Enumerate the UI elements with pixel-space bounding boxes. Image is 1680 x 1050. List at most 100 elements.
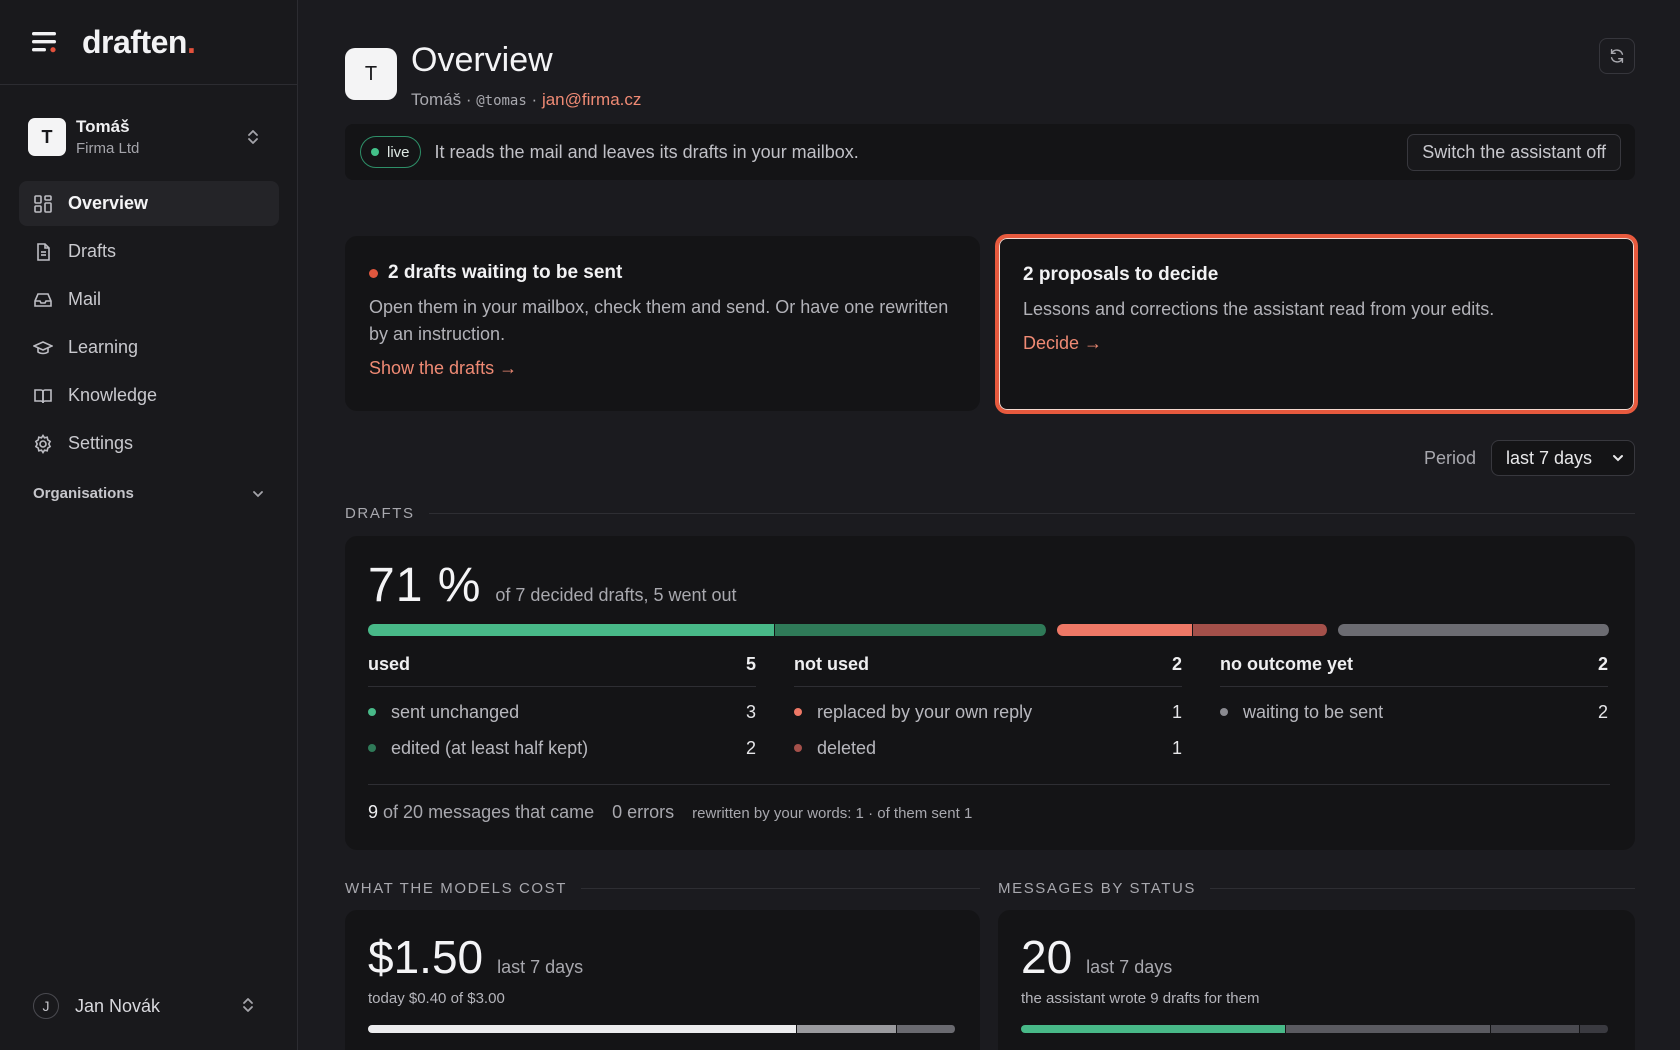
row-label: edited (at least half kept) (391, 737, 589, 758)
account-name: Tomáš (411, 90, 462, 109)
row-value: 1 (1171, 737, 1182, 758)
drafts-breakdown: used 5 sent unchanged 3 edited (at least hal… (368, 654, 1610, 759)
cost-section-label: WHAT THE MODELS COST (345, 880, 980, 897)
bar-segment (775, 624, 1047, 636)
period-filter: Period last 7 days (1424, 440, 1635, 476)
messages-note: the assistant wrote 9 drafts for them (1021, 990, 1260, 1007)
legend-dot-icon (368, 708, 376, 716)
organisations-label: Organisations (33, 485, 134, 502)
live-dot-icon (371, 148, 379, 156)
account-info: Tomáš · @tomas · jan@firma.cz (411, 90, 642, 109)
period-label: Period (1423, 447, 1476, 468)
organisations-toggle[interactable]: Organisations (33, 485, 265, 502)
sidebar-item-label: Knowledge (68, 385, 158, 405)
errors-count: 0 errors (612, 802, 675, 822)
column-title: no outcome yet (1220, 654, 1354, 674)
acceptance-rate: 71 % (368, 559, 482, 612)
drafts-outcome-bar (368, 624, 1610, 636)
card-title: 2 drafts waiting to be sent (388, 262, 623, 283)
user-menu[interactable]: J Jan Novák (33, 993, 265, 1019)
chevron-down-icon (1613, 455, 1623, 462)
messages-period: last 7 days (1086, 957, 1173, 977)
chevron-updown-icon (243, 998, 253, 1012)
legend-dot-icon (368, 744, 376, 752)
messages-status-bar (1021, 1025, 1609, 1033)
show-drafts-link[interactable]: Show the drafts → (369, 358, 517, 379)
grid-icon (34, 194, 52, 213)
list-item: edited (at least half kept) 2 (368, 737, 756, 759)
list-item: sent unchanged 3 (368, 701, 756, 723)
bar-segment (1056, 624, 1193, 636)
bar-segment (1579, 1025, 1609, 1033)
page-header: T Overview Tomáš · @tomas · jan@firma.cz (345, 43, 642, 110)
sidebar-item-overview[interactable]: Overview (19, 181, 279, 226)
alert-dot-icon (369, 268, 378, 278)
column-total: 2 (1171, 654, 1182, 674)
decide-link[interactable]: Decide → (1023, 333, 1102, 354)
main-content: T Overview Tomáš · @tomas · jan@firma.cz… (345, 0, 1638, 1050)
column-title: not used (794, 654, 869, 674)
sidebar-item-knowledge[interactable]: Knowledge (19, 373, 279, 418)
row-label: waiting to be sent (1243, 701, 1384, 722)
sidebar-item-label: Drafts (68, 241, 117, 261)
list-item: deleted 1 (794, 737, 1182, 759)
row-value: 1 (1171, 701, 1182, 722)
bar-segment (1338, 624, 1610, 636)
live-badge: live (360, 136, 421, 168)
breakdown-column: not used 2 replaced by your own reply 1 dele… (794, 654, 1182, 759)
gear-icon (34, 433, 52, 454)
main-nav: Overview Drafts Mail Learning Knowledge … (19, 181, 279, 469)
logo[interactable]: draften. (82, 24, 196, 61)
drafts-section-label: DRAFTS (345, 505, 1635, 522)
sidebar-item-label: Mail (68, 289, 102, 309)
acceptance-caption: of 7 decided drafts, 5 went out (495, 585, 737, 605)
sidebar: draften. T Tomáš Firma Ltd Overview Draf… (0, 0, 298, 1050)
avatar: J (33, 993, 59, 1019)
breakdown-column: no outcome yet 2 waiting to be sent 2 (1220, 654, 1608, 759)
messages-total: 20 (1021, 931, 1073, 983)
menu-icon[interactable] (32, 31, 58, 53)
row-value: 3 (745, 701, 756, 722)
sidebar-item-drafts[interactable]: Drafts (19, 229, 279, 274)
bar-segment (897, 1025, 956, 1033)
account-handle: @tomas (476, 93, 527, 109)
row-value: 2 (745, 737, 756, 758)
switch-assistant-off-button[interactable]: Switch the assistant off (1407, 134, 1621, 171)
drafts-stats-card: 71 % of 7 decided drafts, 5 went out use… (345, 536, 1635, 850)
column-total: 5 (745, 654, 756, 674)
book-icon (34, 388, 52, 403)
bar-segment (797, 1025, 898, 1033)
sidebar-item-settings[interactable]: Settings (19, 421, 279, 466)
sidebar-item-learning[interactable]: Learning (19, 325, 279, 370)
messages-count: 9 (368, 802, 379, 822)
sidebar-item-mail[interactable]: Mail (19, 277, 279, 322)
bar-segment (1021, 1025, 1286, 1033)
tenant-name: Tomáš (76, 117, 130, 136)
column-header: used 5 (368, 654, 756, 687)
graduation-cap-icon (33, 340, 53, 354)
bar-segment (1192, 624, 1329, 636)
cost-period: last 7 days (497, 957, 584, 977)
status-message: It reads the mail and leaves its drafts … (434, 141, 859, 162)
user-name: Jan Novák (75, 995, 161, 1016)
refresh-button[interactable] (1599, 38, 1635, 74)
row-label: sent unchanged (391, 701, 520, 722)
column-title: used (368, 654, 411, 674)
sidebar-item-label: Learning (68, 337, 139, 357)
column-header: not used 2 (794, 654, 1182, 687)
legend-dot-icon (1220, 708, 1228, 716)
account-email[interactable]: jan@firma.cz (542, 90, 641, 109)
inbox-icon (34, 292, 52, 307)
cost-card: $1.50 last 7 days today $0.40 of $3.00 (345, 910, 980, 1050)
messages-card: 20 last 7 days the assistant wrote 9 dra… (998, 910, 1635, 1050)
document-icon (37, 242, 50, 261)
bar-segment (1491, 1025, 1580, 1033)
row-label: replaced by your own reply (817, 701, 1033, 722)
card-title: 2 proposals to decide (1023, 264, 1219, 285)
proposals-card: 2 proposals to decide Lessons and correc… (995, 234, 1638, 414)
sidebar-item-label: Settings (68, 433, 134, 453)
tenant-switcher[interactable]: T Tomáš Firma Ltd (20, 106, 276, 168)
period-select[interactable]: last 7 days (1491, 440, 1635, 476)
sidebar-item-label: Overview (68, 193, 149, 213)
cost-bar (368, 1025, 956, 1033)
